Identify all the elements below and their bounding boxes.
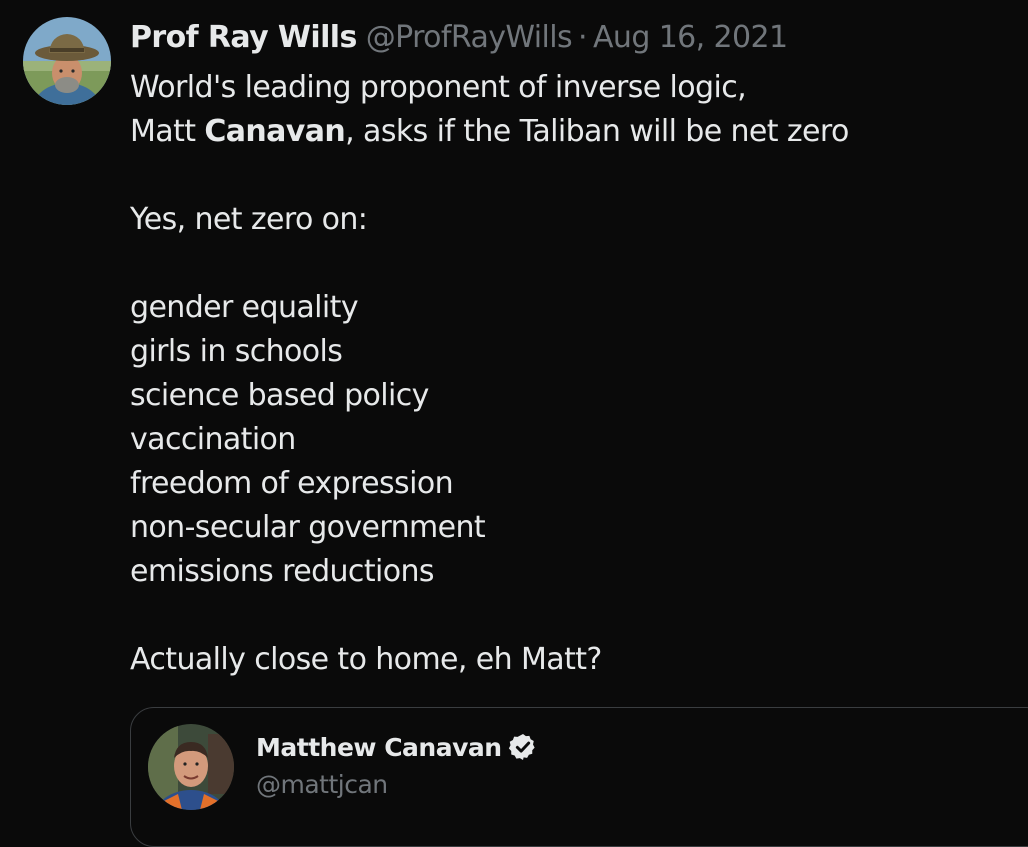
quoted-display-name[interactable]: Matthew Canavan [256,733,502,762]
tweet-text: World's leading proponent of inverse log… [130,66,1010,682]
author-avatar[interactable] [23,17,111,105]
tweet-text-line: Matt Canavan, asks if the Taliban will b… [130,110,1010,154]
quoted-avatar-image [148,724,234,810]
author-handle[interactable]: @ProfRayWills [366,20,573,55]
highlighted-term: Canavan [204,114,346,149]
tweet-header: Prof Ray Wills @ProfRayWills · Aug 16, 2… [130,20,788,60]
author-display-name[interactable]: Prof Ray Wills [130,20,357,55]
tweet-text-span: Matt [130,114,205,149]
quoted-handle[interactable]: @mattjcan [256,770,388,799]
list-item: science based policy [130,378,429,413]
tweet-text-line: Yes, net zero on: [130,202,368,237]
quoted-author-avatar[interactable] [148,724,234,810]
author-avatar-image [23,17,111,105]
tweet-text-line: Actually close to home, eh Matt? [130,642,602,677]
tweet-text-span: , asks if the Taliban will be net zero [345,114,849,149]
list-item: freedom of expression [130,466,454,501]
tweet-date[interactable]: Aug 16, 2021 [593,20,788,55]
tweet-text-line: World's leading proponent of inverse log… [130,70,747,105]
tweet: Prof Ray Wills @ProfRayWills · Aug 16, 2… [0,0,1028,847]
verified-badge-icon [508,734,535,760]
list-item: girls in schools [130,334,343,369]
quoted-name-row: Matthew Canavan [256,732,538,762]
header-separator: · [578,20,588,55]
quoted-tweet-card[interactable]: Matthew Canavan @mattjcan [130,707,1028,847]
list-item: gender equality [130,290,359,325]
list-item: emissions reductions [130,554,435,589]
list-item: non-secular government [130,510,486,545]
list-item: vaccination [130,422,296,457]
